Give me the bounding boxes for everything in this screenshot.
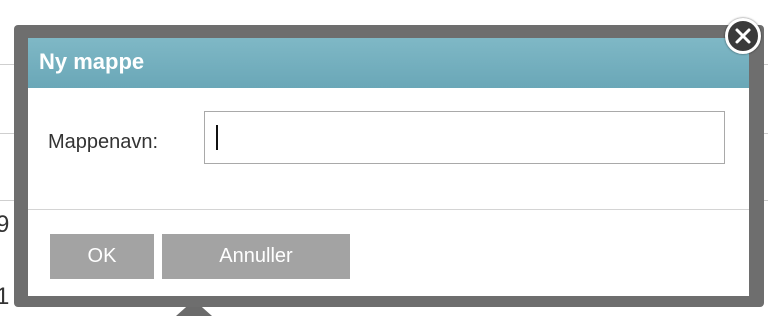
dialog-divider [28,209,749,210]
close-button[interactable] [725,18,761,54]
dialog-title: Ny mappe [39,49,145,74]
screen: { "background": { "row_1_text": "9 KB", … [0,0,768,316]
text-cursor [216,125,218,150]
folder-name-input[interactable] [204,111,725,164]
folder-name-label: Mappenavn: [48,131,159,153]
dialog-titlebar: Ny mappe [28,38,749,88]
ok-button[interactable]: OK [50,234,154,279]
new-folder-dialog: Ny mappe Mappenavn: OK Annuller [28,38,749,296]
cancel-button[interactable]: Annuller [162,234,350,279]
close-icon [735,28,751,44]
